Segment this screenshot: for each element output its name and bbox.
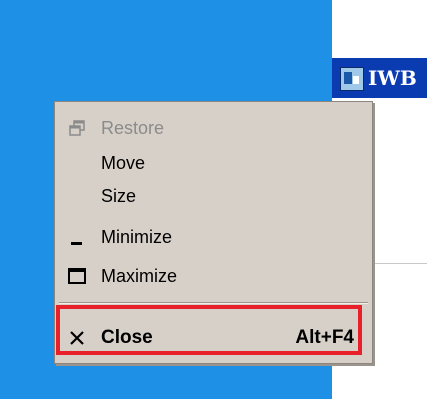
app-icon[interactable] <box>340 67 364 91</box>
menu-item-label: Minimize <box>101 227 173 247</box>
minimize-icon <box>65 225 89 249</box>
menu-item-label: Move <box>101 153 146 173</box>
menu-item-close[interactable]: Close Alt+F4 <box>55 322 372 354</box>
system-menu: Restore Move Size Minimize Maximize Clos… <box>54 101 373 364</box>
menu-item-label: Close <box>101 327 153 348</box>
menu-item-size[interactable]: Size <box>55 180 372 212</box>
keyboard-shortcut: Alt+F4 <box>295 327 354 348</box>
menu-separator <box>59 302 368 304</box>
menu-item-move[interactable]: Move <box>55 147 372 179</box>
maximize-icon <box>65 264 89 288</box>
menu-item-maximize[interactable]: Maximize <box>55 260 372 292</box>
menu-item-label: Maximize <box>101 266 178 286</box>
restore-icon <box>65 116 89 140</box>
menu-item-minimize[interactable]: Minimize <box>55 221 372 253</box>
title-bar[interactable]: IWB <box>332 58 427 98</box>
menu-item-label: Size <box>101 186 137 206</box>
close-icon <box>65 326 89 350</box>
window-title: IWB <box>368 66 417 90</box>
menu-item-label: Restore <box>101 118 165 138</box>
menu-item-restore[interactable]: Restore <box>55 112 372 144</box>
